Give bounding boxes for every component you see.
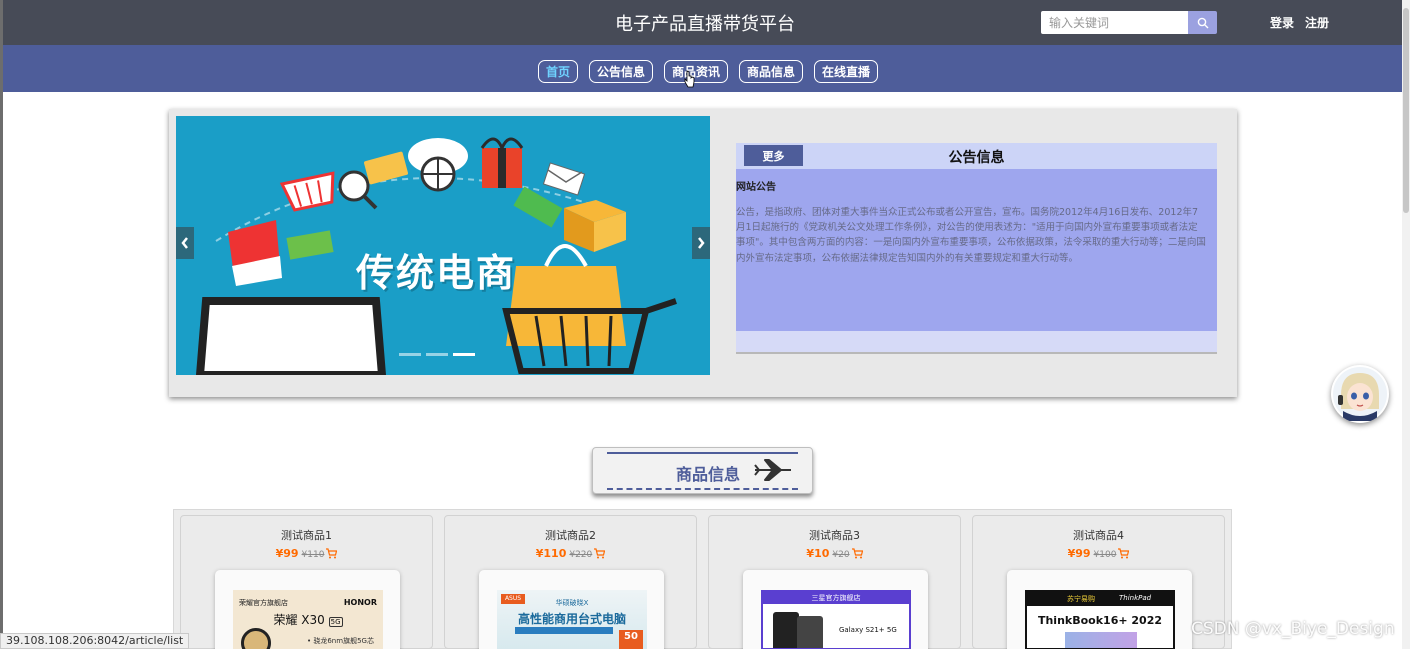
more-button[interactable]: 更多 (744, 145, 803, 166)
product-card[interactable]: 测试商品4 ¥99 ¥100 苏宁易购 ThinkPad ThinkBook16+… (972, 515, 1225, 649)
product-card[interactable]: 测试商品1 ¥99 ¥110 荣耀官方旗舰店 HONOR 荣耀 X30 5G • … (180, 515, 433, 649)
carousel-prev-button[interactable] (176, 227, 194, 259)
product-name: 测试商品2 (545, 529, 596, 542)
chat-assistant-avatar[interactable] (1331, 365, 1389, 423)
cart-icon[interactable] (851, 548, 863, 559)
chevron-right-icon (698, 237, 705, 249)
product-name: 测试商品3 (809, 529, 860, 542)
notice-footer (736, 331, 1217, 354)
product-image: ASUS 华硕破晓X 高性能商用台式电脑 50 (497, 590, 647, 649)
product-price: ¥99 ¥110 (181, 547, 432, 560)
notice-title: 公告信息 (948, 150, 1005, 166)
product-name: 测试商品4 (1073, 529, 1124, 542)
search-input[interactable] (1041, 11, 1189, 34)
watermark-text: CSDN @vx_Biye_Design (1191, 619, 1395, 639)
cart-icon[interactable] (593, 548, 606, 559)
nav-products[interactable]: 商品信息 (739, 60, 803, 83)
notice-subtitle[interactable]: 网站公告 (736, 178, 776, 193)
nav-news[interactable]: 商品资讯 (664, 60, 728, 83)
product-name: 测试商品1 (281, 529, 332, 542)
notice-text: 公告，是指政府、团体对重大事件当众正式公布或者公开宣告，宣布。国务院2012年4… (736, 207, 1206, 264)
carousel-next-button[interactable] (692, 227, 710, 259)
search-button[interactable] (1188, 11, 1217, 34)
banner-slide-text: 传统电商 (356, 251, 517, 295)
carousel-dot-2[interactable] (426, 353, 448, 356)
product-image-frame: 苏宁易购 ThinkPad ThinkBook16+ 2022 (1007, 570, 1192, 649)
nav-notice[interactable]: 公告信息 (589, 60, 653, 83)
status-bar-url: 39.108.108.206:8042/article/list (0, 633, 190, 649)
product-image-frame: 三星官方旗舰店 Galaxy S21+ 5G (743, 570, 928, 649)
window-left-edge (0, 0, 3, 649)
nav-live[interactable]: 在线直播 (814, 60, 878, 83)
banner-carousel[interactable]: 传统电商 (176, 116, 710, 375)
scrollbar-thumb[interactable] (1403, 8, 1409, 213)
product-image: 三星官方旗舰店 Galaxy S21+ 5G (761, 590, 911, 649)
carousel-dot-3[interactable] (453, 353, 475, 356)
product-image-frame: ASUS 华硕破晓X 高性能商用台式电脑 50 (479, 570, 664, 649)
product-image: 荣耀官方旗舰店 HONOR 荣耀 X30 5G • 骁龙6nm旗舰5G芯 (233, 590, 383, 649)
product-card[interactable]: 测试商品2 ¥110 ¥220 ASUS 华硕破晓X 高性能商用台式电脑 50 (444, 515, 697, 649)
vertical-scrollbar[interactable] (1402, 0, 1410, 649)
cart-icon[interactable] (325, 548, 338, 559)
login-link[interactable]: 登录 (1270, 14, 1294, 31)
product-price: ¥99 ¥100 (973, 547, 1224, 560)
product-card[interactable]: 测试商品3 ¥10 ¥20 三星官方旗舰店 Galaxy S21+ 5G (708, 515, 961, 649)
product-price: ¥110 ¥220 (445, 547, 696, 560)
products-section-title: 商品信息 (676, 465, 741, 484)
product-price: ¥10 ¥20 (709, 547, 960, 560)
search-icon (1197, 17, 1208, 28)
product-image-frame: 荣耀官方旗舰店 HONOR 荣耀 X30 5G • 骁龙6nm旗舰5G芯 (215, 570, 400, 649)
mouse-cursor-icon (684, 70, 695, 88)
register-link[interactable]: 注册 (1305, 14, 1329, 31)
chevron-left-icon (181, 237, 188, 249)
carousel-dot-1[interactable] (399, 353, 421, 356)
cartoon-girl-icon (1333, 367, 1387, 421)
product-image: 苏宁易购 ThinkPad ThinkBook16+ 2022 (1025, 590, 1175, 649)
cart-icon[interactable] (1117, 548, 1130, 559)
airplane-icon (754, 459, 791, 481)
nav-home[interactable]: 首页 (538, 60, 578, 83)
